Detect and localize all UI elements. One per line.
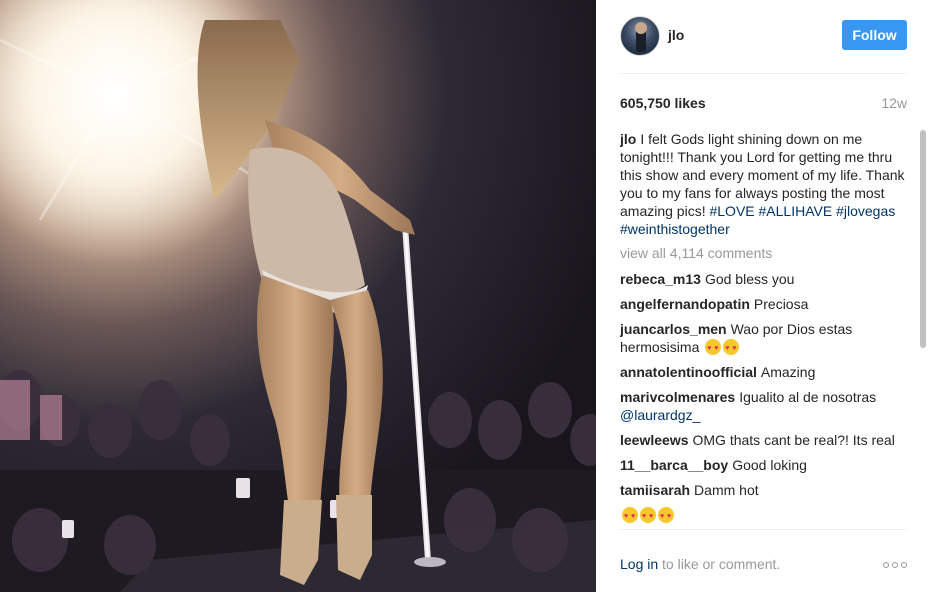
more-options-icon[interactable] [883, 562, 907, 568]
comment-text: God bless you [704, 271, 795, 287]
comment-item: angelfernandopatin Preciosa [620, 295, 910, 313]
comments-scrollbar[interactable] [918, 128, 927, 528]
post-age[interactable]: 12w [881, 95, 907, 111]
avatar[interactable] [620, 16, 660, 56]
comment-item: juancarlos_men Wao por Dios estas hermosi… [620, 320, 910, 358]
comment-username[interactable]: angelfernandopatin [620, 296, 750, 312]
post-header: jlo Follow [620, 16, 907, 74]
comment-username[interactable]: juancarlos_men [620, 321, 727, 337]
comment-username[interactable]: tamiisarah [620, 482, 690, 498]
comment-item: marivcolmenares Igualito al de nosotras @… [620, 388, 910, 424]
heart-eyes-emoji-icon [705, 339, 722, 358]
comments-list[interactable]: jlo I felt Gods light shining down on me … [620, 130, 910, 528]
emoji-icon [622, 507, 638, 526]
view-all-comments-link[interactable]: view all 4,114 comments [620, 244, 910, 262]
comment-username[interactable]: 11__barca__boy [620, 457, 728, 473]
caption: jlo I felt Gods light shining down on me … [620, 130, 910, 238]
heart-eyes-emoji-icon [723, 339, 740, 358]
post-footer: Log in to like or comment. [620, 529, 907, 592]
more-dot [892, 562, 898, 568]
comment-mention-link[interactable]: @laurardgz_ [620, 407, 700, 423]
likes-count[interactable]: 605,750 likes [620, 95, 706, 111]
comment-username[interactable]: annatolentinoofficial [620, 364, 757, 380]
comment-text: Igualito al de nosotras [739, 389, 877, 405]
emoji-icon [658, 507, 674, 526]
hashtag-allihave[interactable]: #ALLIHAVE [759, 203, 833, 219]
scrollbar-thumb[interactable] [920, 130, 926, 348]
username-link[interactable]: jlo [668, 27, 684, 43]
concert-photo-illustration [0, 0, 596, 592]
more-dot [901, 562, 907, 568]
more-dot [883, 562, 889, 568]
comment-text: Damm hot [694, 482, 759, 498]
comment-text: Good loking [732, 457, 807, 473]
hashtag-love[interactable]: #LOVE [709, 203, 754, 219]
comment-text: Amazing [760, 364, 816, 380]
comment-username[interactable]: marivcolmenares [620, 389, 735, 405]
comment-text: OMG thats cant be real?! Its real [692, 432, 895, 448]
login-prompt: Log in to like or comment. [620, 556, 780, 572]
comment-item: 11__barca__boy Good loking [620, 456, 910, 474]
comment-username[interactable]: leewleews [620, 432, 689, 448]
login-link[interactable]: Log in [620, 556, 658, 572]
comment-username[interactable]: rebeca_m13 [620, 271, 701, 287]
comment-item: leewleews OMG thats cant be real?! Its re… [620, 431, 910, 449]
avatar-head [635, 22, 647, 34]
hashtag-jlovegas[interactable]: #jlovegas [836, 203, 895, 219]
caption-username[interactable]: jlo [620, 131, 636, 147]
hashtag-weinthistogether[interactable]: #weinthistogether [620, 221, 730, 237]
post-stats: 605,750 likes 12w [620, 95, 907, 115]
follow-button[interactable]: Follow [842, 20, 907, 50]
post-photo[interactable] [0, 0, 596, 592]
comment-text: Preciosa [753, 296, 809, 312]
comment-item: tamiisarah Damm hot [620, 481, 910, 499]
emoji-icon [640, 507, 656, 526]
comment-item: annatolentinoofficial Amazing [620, 363, 910, 381]
login-prompt-text: to like or comment. [662, 556, 781, 572]
comment-item-partial [620, 506, 910, 526]
comment-item: rebeca_m13 God bless you [620, 270, 910, 288]
post-details-panel: jlo Follow 605,750 likes 12w jlo I felt G… [596, 0, 929, 592]
